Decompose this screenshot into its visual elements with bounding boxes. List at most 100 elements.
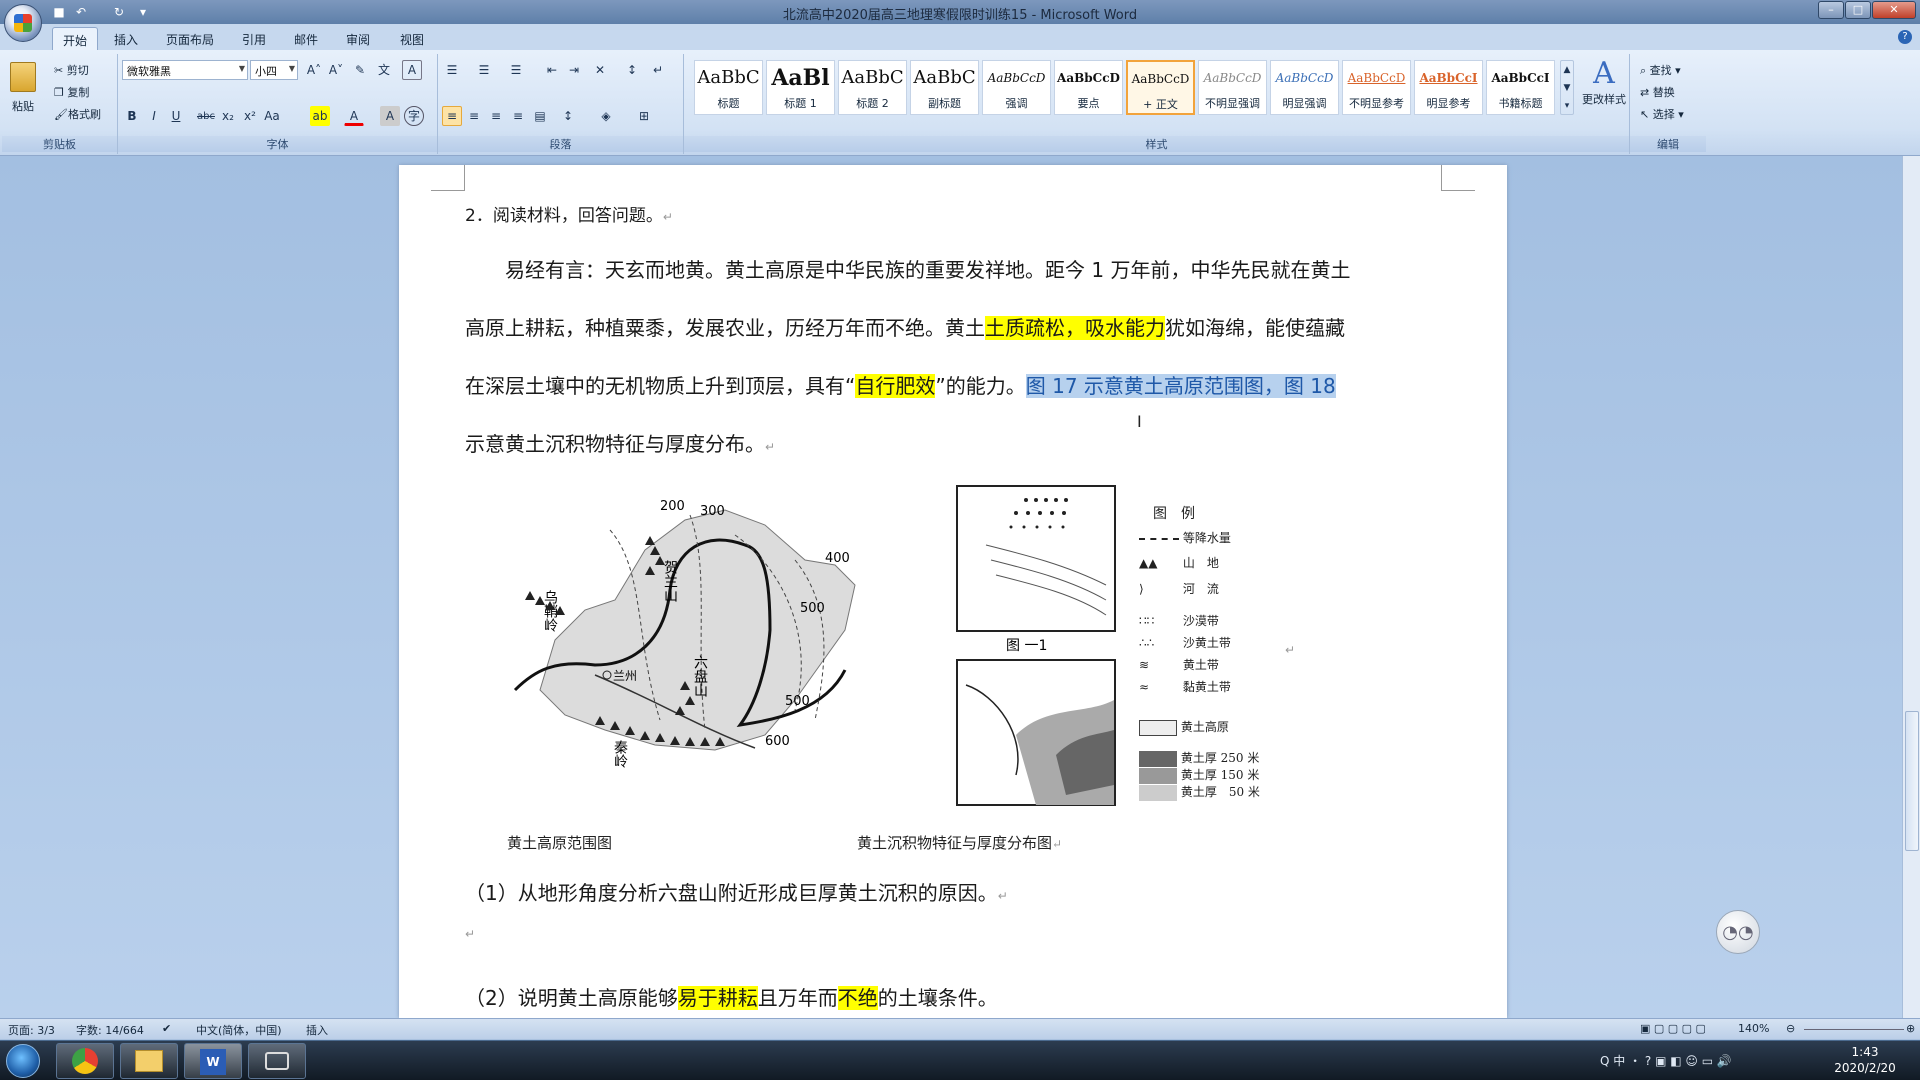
legend-loess: ≋ 黄土带	[1139, 658, 1219, 672]
tab-mailings[interactable]: 邮件	[284, 27, 328, 50]
word-count[interactable]: 字数: 14/664	[76, 1022, 144, 1038]
document-page[interactable]: 2．阅读材料，回答问题。↵ 易经有言：天玄而地黄。黄土高原是中华民族的重要发祥地…	[399, 165, 1507, 1018]
style-heading-2[interactable]: AaBbC 标题 2	[838, 60, 907, 115]
font-size-select[interactable]: 小四 ▼	[250, 60, 298, 80]
help-icon[interactable]: ?	[1898, 30, 1912, 44]
subscript-icon[interactable]: x₂	[218, 106, 238, 126]
show-marks-icon[interactable]: ↵	[648, 60, 668, 80]
change-case-icon[interactable]: Aa	[262, 106, 282, 126]
start-button[interactable]	[6, 1044, 40, 1078]
enclose-char-icon[interactable]: 字	[404, 106, 424, 126]
align-left-icon[interactable]: ≡	[442, 106, 462, 126]
borders-icon[interactable]: ⊞	[634, 106, 654, 126]
sort-icon[interactable]: ↕	[622, 60, 642, 80]
style-subtle-reference[interactable]: AaBbCcD 不明显参考	[1342, 60, 1411, 115]
question-2: （2）说明黄土高原能够易于耕耘且万年而不绝的土壤条件。	[465, 986, 998, 1010]
style-intense-reference[interactable]: AaBbCcI 明显参考	[1414, 60, 1483, 115]
style-book-title[interactable]: AaBbCcI 书籍标题	[1486, 60, 1555, 115]
increase-indent-icon[interactable]: ⇥	[564, 60, 584, 80]
align-center-icon[interactable]: ≡	[464, 106, 484, 126]
grow-font-icon[interactable]: A˄	[304, 60, 324, 80]
tab-view[interactable]: 视图	[390, 27, 434, 50]
assistant-floating-icon[interactable]: ◔◔	[1716, 910, 1760, 954]
proofing-icon[interactable]: ✔	[162, 1022, 171, 1035]
office-button[interactable]	[4, 4, 42, 42]
distributed-icon[interactable]: ▤	[530, 106, 550, 126]
font-color-icon[interactable]: A	[344, 106, 364, 126]
superscript-icon[interactable]: x²	[240, 106, 260, 126]
strikethrough-icon[interactable]: abc	[196, 106, 216, 126]
tab-references[interactable]: 引用	[232, 27, 276, 50]
zoom-in-icon[interactable]: ⊕	[1906, 1022, 1915, 1035]
language-indicator[interactable]: 中文(简体，中国)	[196, 1022, 282, 1038]
system-clock[interactable]: 1:43 2020/2/20	[1820, 1044, 1910, 1076]
select-button[interactable]: ↖ 选择 ▾	[1640, 106, 1684, 122]
paragraph-line-2: 高原上耕耘，种植粟黍，发展农业，历经万年而不绝。黄土土质疏松，吸水能力犹如海绵，…	[465, 316, 1345, 340]
multilevel-list-icon[interactable]: ☰	[506, 60, 526, 80]
style-intense-emphasis[interactable]: AaBbCcD 明显强调	[1270, 60, 1339, 115]
shrink-font-icon[interactable]: A˅	[326, 60, 346, 80]
style-heading-1[interactable]: AaBl 标题 1	[766, 60, 835, 115]
bold-icon[interactable]: B	[122, 106, 142, 126]
view-buttons[interactable]: ▣ ▢ ▢ ▢ ▢	[1640, 1022, 1706, 1035]
thickness-250-swatch	[1139, 750, 1177, 767]
numbering-icon[interactable]: ☰	[474, 60, 494, 80]
taskbar-word[interactable]: W	[184, 1043, 242, 1079]
highlight-not-exhausted: 不绝	[837, 986, 878, 1010]
font-family-select[interactable]: 微软雅黑 ▼	[122, 60, 248, 80]
label-300: 300	[700, 504, 725, 519]
zoom-out-icon[interactable]: ⊖	[1786, 1022, 1795, 1035]
tab-home[interactable]: 开始	[52, 27, 99, 50]
clear-format-icon[interactable]: ✎	[350, 60, 370, 80]
copy-button[interactable]: ❐ 复制	[54, 84, 89, 100]
find-button[interactable]: ⌕ 查找 ▾	[1640, 62, 1681, 78]
selected-text[interactable]: 图 17 示意黄土高原范围图，图 18	[1025, 374, 1336, 398]
zoom-slider[interactable]	[1804, 1029, 1904, 1030]
scrollbar-thumb[interactable]	[1905, 711, 1919, 851]
tab-page-layout[interactable]: 页面布局	[156, 27, 224, 50]
tray-icons[interactable]: Q 中 ・ ? ▣ ◧ ☺ ▭ 🔊	[1600, 1052, 1732, 1069]
page-count[interactable]: 页面: 3/3	[8, 1022, 55, 1038]
underline-icon[interactable]: U	[166, 106, 186, 126]
taskbar: W Q 中 ・ ? ▣ ◧ ☺ ▭ 🔊 1:43 2020/2/20	[0, 1040, 1920, 1080]
replace-button[interactable]: ⇄ 替换	[1640, 84, 1675, 100]
style-normal[interactable]: AaBbCcD + 正文	[1126, 60, 1195, 115]
minimize-button[interactable]: –	[1818, 1, 1844, 19]
taskbar-explorer[interactable]	[120, 1043, 178, 1079]
insert-mode[interactable]: 插入	[306, 1022, 328, 1038]
highlight-icon[interactable]: ab	[310, 106, 330, 126]
taskbar-browser[interactable]	[56, 1043, 114, 1079]
char-border-icon[interactable]: A	[402, 60, 422, 80]
styles-gallery-scroll[interactable]: ▲ ▼ ▾	[1560, 60, 1574, 115]
style-strong[interactable]: AaBbCcD 要点	[1054, 60, 1123, 115]
justify-icon[interactable]: ≡	[508, 106, 528, 126]
style-subtitle[interactable]: AaBbC 副标题	[910, 60, 979, 115]
bullets-icon[interactable]: ☰	[442, 60, 462, 80]
line-spacing-icon[interactable]: ↕	[558, 106, 578, 126]
caption-sediment-map: 黄土沉积物特征与厚度分布图↵	[857, 834, 1063, 852]
vertical-scrollbar[interactable]	[1902, 156, 1920, 1018]
paste-icon[interactable]	[10, 62, 36, 92]
italic-icon[interactable]: I	[144, 106, 164, 126]
maximize-button[interactable]: □	[1845, 1, 1871, 19]
close-button[interactable]: ✕	[1872, 1, 1916, 19]
cut-button[interactable]: ✂ 剪切	[54, 62, 89, 78]
browser-icon	[72, 1048, 98, 1074]
phonetic-guide-icon[interactable]: 文	[374, 60, 394, 80]
taskbar-recorder[interactable]	[248, 1043, 306, 1079]
style-title[interactable]: AaBbC 标题	[694, 60, 763, 115]
zoom-level[interactable]: 140%	[1738, 1022, 1769, 1035]
change-styles-button[interactable]: A 更改样式	[1580, 56, 1628, 116]
window-title: 北流高中2020届高三地理寒假限时训练15 - Microsoft Word	[782, 8, 1138, 23]
char-shading-icon[interactable]: A	[380, 106, 400, 126]
format-painter-button[interactable]: 🖌格式刷	[54, 106, 101, 122]
tab-insert[interactable]: 插入	[104, 27, 148, 50]
chinese-layout-icon[interactable]: ✕	[590, 60, 610, 80]
style-subtle-emphasis[interactable]: AaBbCcD 不明显强调	[1198, 60, 1267, 115]
style-emphasis[interactable]: AaBbCcD 强调	[982, 60, 1051, 115]
paste-button[interactable]: 粘贴	[12, 98, 34, 114]
shading-icon[interactable]: ◈	[596, 106, 616, 126]
decrease-indent-icon[interactable]: ⇤	[542, 60, 562, 80]
tab-review[interactable]: 审阅	[336, 27, 380, 50]
align-right-icon[interactable]: ≡	[486, 106, 506, 126]
